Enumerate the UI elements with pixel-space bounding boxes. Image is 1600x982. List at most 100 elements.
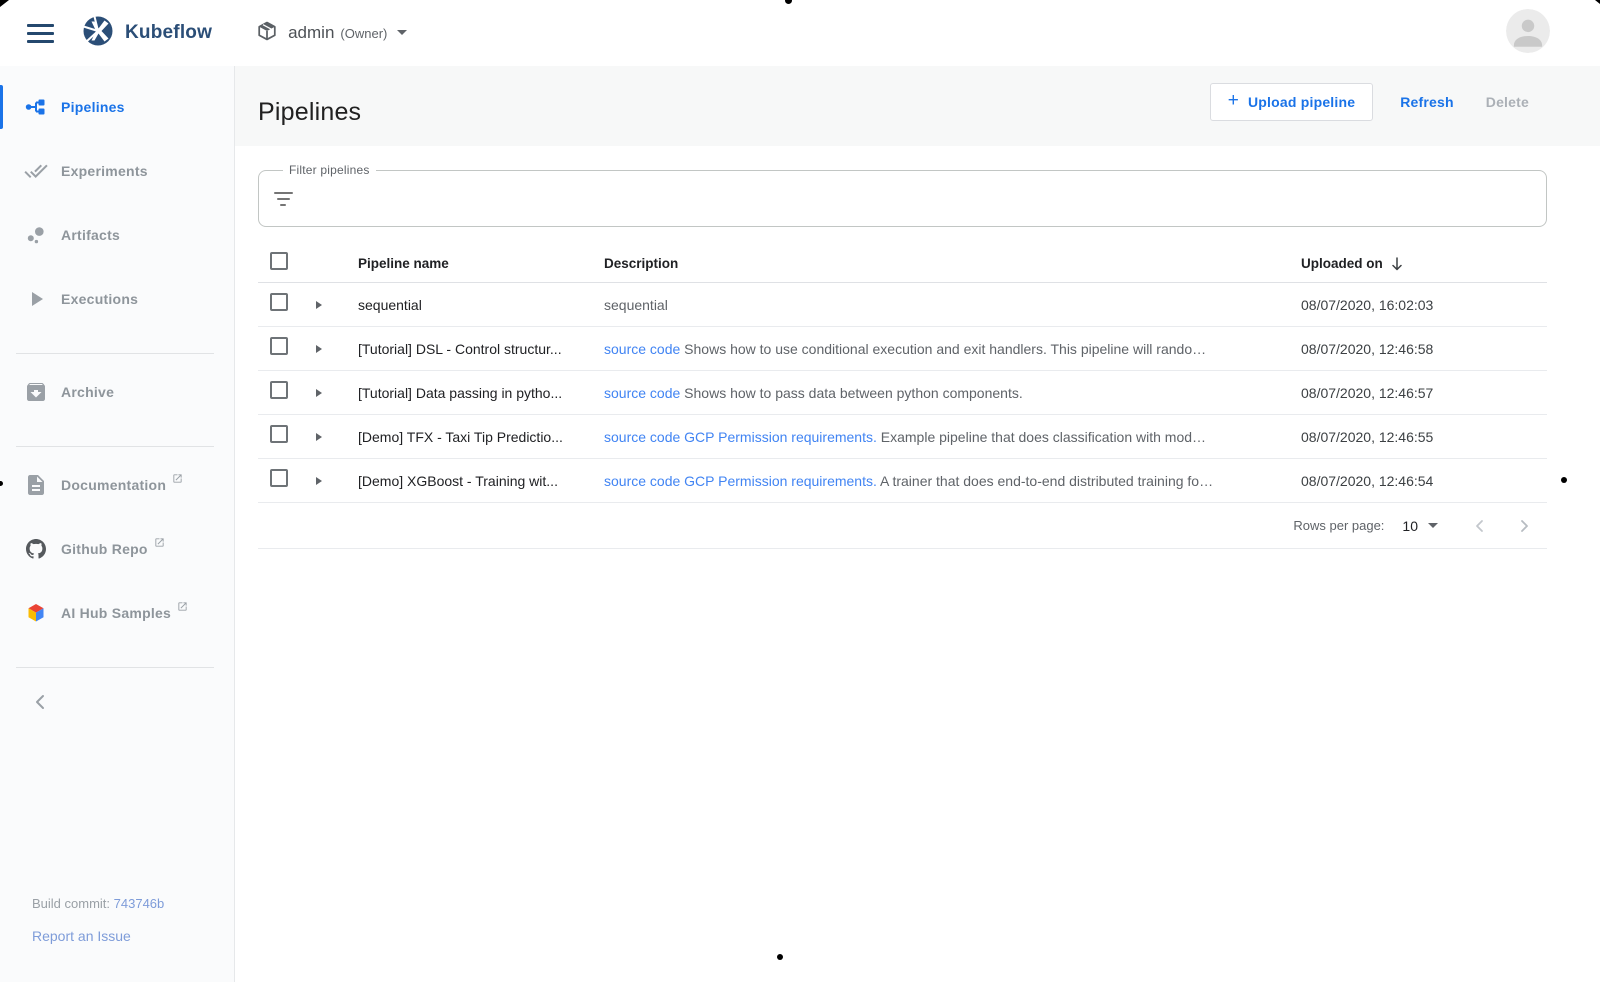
sort-descending-icon bbox=[1390, 256, 1404, 272]
page-title: Pipelines bbox=[258, 98, 361, 127]
table-header-row: Pipeline name Description Uploaded on bbox=[258, 245, 1547, 283]
row-checkbox[interactable] bbox=[270, 381, 288, 399]
next-page-button[interactable] bbox=[1516, 518, 1532, 534]
description-cell: source code GCP Permission requirements.… bbox=[596, 429, 1297, 445]
namespace-cube-icon bbox=[256, 20, 278, 47]
rows-per-page-select[interactable]: 10 bbox=[1402, 518, 1438, 534]
previous-page-button[interactable] bbox=[1472, 518, 1488, 534]
sidebar-item-executions[interactable]: Executions bbox=[0, 275, 234, 323]
menu-icon[interactable] bbox=[27, 24, 54, 43]
table-row[interactable]: [Demo] TFX - Taxi Tip Predictio... sourc… bbox=[258, 415, 1547, 459]
artifacts-icon bbox=[24, 223, 48, 247]
sidebar-item-label: Artifacts bbox=[61, 227, 120, 243]
ai-hub-icon bbox=[24, 601, 48, 625]
sidebar-item-artifacts[interactable]: Artifacts bbox=[0, 211, 234, 259]
expand-row-icon[interactable] bbox=[316, 389, 322, 397]
rows-per-page-label: Rows per page: bbox=[1293, 518, 1384, 533]
description-cell: source code Shows how to pass data betwe… bbox=[596, 385, 1297, 401]
description-link[interactable]: source code bbox=[604, 429, 680, 445]
uploaded-on-cell: 08/07/2020, 16:02:03 bbox=[1297, 297, 1547, 313]
page-toolbar: Pipelines + Upload pipeline Refresh Dele… bbox=[235, 66, 1600, 146]
top-app-bar: Kubeflow admin (Owner) bbox=[0, 0, 1600, 66]
pipelines-icon bbox=[24, 95, 48, 119]
screen-artifact-dot bbox=[777, 954, 783, 960]
chevron-left-icon bbox=[33, 694, 47, 710]
chevron-down-icon bbox=[1428, 523, 1438, 533]
kubeflow-logo-icon bbox=[81, 14, 115, 53]
expand-row-icon[interactable] bbox=[316, 477, 322, 485]
pipeline-name-cell[interactable]: sequential bbox=[350, 297, 596, 313]
pipelines-table: Pipeline name Description Uploaded on se… bbox=[258, 245, 1547, 549]
main-content: Pipelines + Upload pipeline Refresh Dele… bbox=[235, 66, 1600, 982]
document-icon bbox=[24, 473, 48, 497]
upload-pipeline-button[interactable]: + Upload pipeline bbox=[1210, 83, 1374, 121]
uploaded-on-cell: 08/07/2020, 12:46:57 bbox=[1297, 385, 1547, 401]
description-link[interactable]: source code bbox=[604, 385, 680, 401]
sidebar-item-ai-hub-samples[interactable]: AI Hub Samples bbox=[0, 589, 234, 637]
build-commit-link[interactable]: 743746b bbox=[114, 896, 165, 911]
delete-button[interactable]: Delete bbox=[1486, 94, 1529, 110]
column-header-description[interactable]: Description bbox=[596, 256, 1297, 271]
filter-text-input[interactable] bbox=[306, 171, 1546, 226]
sidebar-item-documentation[interactable]: Documentation bbox=[0, 461, 234, 509]
row-checkbox[interactable] bbox=[270, 293, 288, 311]
avatar[interactable] bbox=[1506, 9, 1550, 53]
sidebar-item-archive[interactable]: Archive bbox=[0, 368, 234, 416]
namespace-selector[interactable]: admin (Owner) bbox=[256, 20, 407, 47]
plus-icon: + bbox=[1228, 90, 1239, 112]
description-link[interactable]: source code bbox=[604, 341, 680, 357]
person-icon bbox=[1506, 9, 1550, 53]
uploaded-on-cell: 08/07/2020, 12:46:55 bbox=[1297, 429, 1547, 445]
pipeline-name-cell[interactable]: [Demo] TFX - Taxi Tip Predictio... bbox=[350, 429, 596, 445]
row-checkbox[interactable] bbox=[270, 469, 288, 487]
table-row[interactable]: [Tutorial] Data passing in pytho... sour… bbox=[258, 371, 1547, 415]
description-link[interactable]: GCP Permission requirements. bbox=[684, 429, 877, 445]
description-cell: source code Shows how to use conditional… bbox=[596, 341, 1297, 357]
pipeline-name-cell[interactable]: [Tutorial] Data passing in pytho... bbox=[350, 385, 596, 401]
column-header-pipeline-name[interactable]: Pipeline name bbox=[350, 256, 596, 271]
external-link-icon bbox=[154, 535, 165, 553]
refresh-button[interactable]: Refresh bbox=[1400, 94, 1454, 110]
row-checkbox[interactable] bbox=[270, 425, 288, 443]
report-issue-link[interactable]: Report an Issue bbox=[32, 928, 131, 944]
chevron-down-icon bbox=[397, 30, 407, 40]
sidebar-item-label: Experiments bbox=[61, 163, 148, 179]
pipeline-name-cell[interactable]: [Tutorial] DSL - Control structur... bbox=[350, 341, 596, 357]
archive-icon bbox=[24, 380, 48, 404]
screen-artifact-dot bbox=[1561, 477, 1567, 483]
collapse-sidebar-button[interactable] bbox=[16, 682, 64, 722]
row-checkbox[interactable] bbox=[270, 337, 288, 355]
sidebar-item-github-repo[interactable]: Github Repo bbox=[0, 525, 234, 573]
uploaded-on-cell: 08/07/2020, 12:46:54 bbox=[1297, 473, 1547, 489]
description-link[interactable]: source code bbox=[604, 473, 680, 489]
select-all-checkbox[interactable] bbox=[270, 252, 288, 270]
expand-row-icon[interactable] bbox=[316, 345, 322, 353]
expand-row-icon[interactable] bbox=[316, 433, 322, 441]
pagination-bar: Rows per page: 10 bbox=[258, 503, 1547, 549]
sidebar-item-experiments[interactable]: Experiments bbox=[0, 147, 234, 195]
column-header-uploaded-on[interactable]: Uploaded on bbox=[1297, 256, 1547, 272]
filter-field-label: Filter pipelines bbox=[283, 163, 376, 177]
sidebar-item-pipelines[interactable]: Pipelines bbox=[0, 83, 234, 131]
kubeflow-logo[interactable]: Kubeflow bbox=[81, 14, 212, 53]
sidebar-divider bbox=[16, 446, 214, 447]
description-link[interactable]: GCP Permission requirements. bbox=[684, 473, 877, 489]
external-link-icon bbox=[172, 471, 183, 489]
uploaded-on-cell: 08/07/2020, 12:46:58 bbox=[1297, 341, 1547, 357]
expand-row-icon[interactable] bbox=[316, 301, 322, 309]
description-cell: source code GCP Permission requirements.… bbox=[596, 473, 1297, 489]
sidebar-item-label: Github Repo bbox=[61, 541, 148, 557]
sidebar: Pipelines Experiments Artifacts Executio… bbox=[0, 66, 235, 982]
sidebar-divider bbox=[16, 667, 214, 668]
description-cell: sequential bbox=[596, 297, 1297, 313]
table-row[interactable]: [Tutorial] DSL - Control structur... sou… bbox=[258, 327, 1547, 371]
sidebar-item-label: Pipelines bbox=[61, 99, 125, 115]
sidebar-item-label: Documentation bbox=[61, 477, 166, 493]
build-commit-label: Build commit: bbox=[32, 896, 110, 911]
active-indicator bbox=[0, 85, 3, 129]
table-row[interactable]: sequential sequential 08/07/2020, 16:02:… bbox=[258, 283, 1547, 327]
experiments-icon bbox=[24, 159, 48, 183]
pipeline-name-cell[interactable]: [Demo] XGBoost - Training wit... bbox=[350, 473, 596, 489]
filter-pipelines-field[interactable]: Filter pipelines bbox=[258, 170, 1547, 227]
table-row[interactable]: [Demo] XGBoost - Training wit... source … bbox=[258, 459, 1547, 503]
